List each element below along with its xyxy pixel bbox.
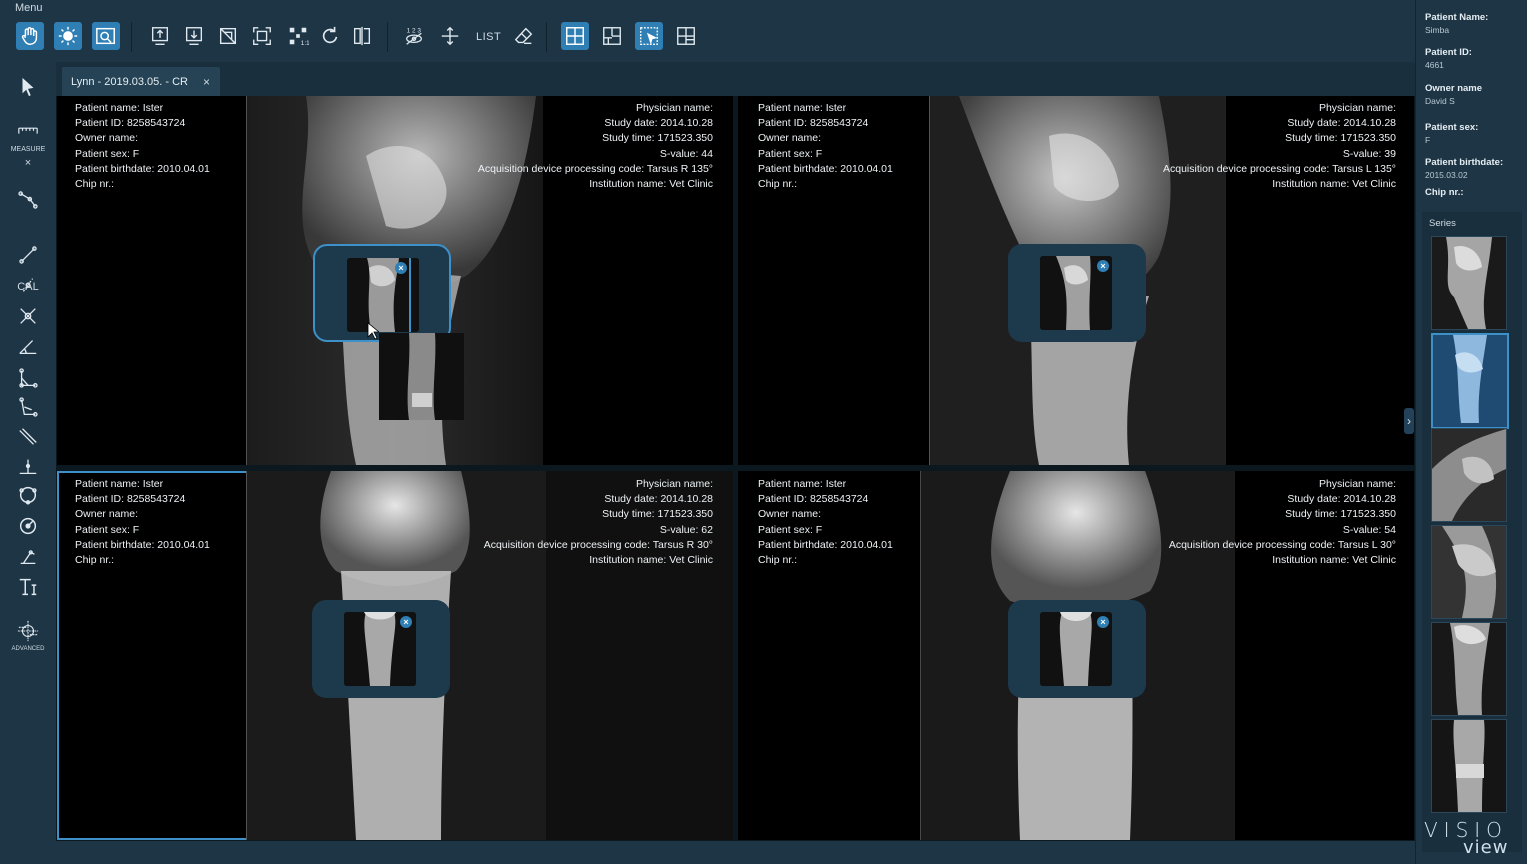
zoom-1to1-icon[interactable]: 1:1: [284, 22, 312, 50]
series-thumbnail-selected[interactable]: [1431, 333, 1509, 429]
series-label: Series: [1429, 218, 1456, 229]
navigator-close-icon[interactable]: ×: [395, 262, 407, 274]
menu-button[interactable]: Menu: [15, 2, 43, 14]
study-overlay-right: Physician name: Study date: 2014.10.28 Stu…: [1168, 478, 1396, 567]
perpendicular-icon[interactable]: [14, 453, 42, 479]
brightness-icon[interactable]: [54, 22, 82, 50]
measurement-toolbar: MEASURE × CAL ADVANCED: [0, 62, 56, 864]
brand-logo-bottom: view: [1463, 837, 1509, 858]
study-tab[interactable]: Lynn - 2019.03.05. - CR ×: [62, 67, 220, 96]
patient-info-panel: Patient Name: Simba Patient ID: 4661 Own…: [1415, 0, 1527, 864]
rotate-icon[interactable]: [316, 22, 344, 50]
measure-close-icon[interactable]: ×: [0, 157, 56, 169]
center-circle-icon[interactable]: [14, 513, 42, 539]
export-up-icon[interactable]: [146, 22, 174, 50]
line-measure-icon[interactable]: [14, 242, 42, 268]
norberg-angle-icon[interactable]: [14, 544, 42, 570]
navigator-close-icon[interactable]: ×: [400, 616, 412, 628]
advanced-tools-icon[interactable]: [14, 618, 42, 644]
image-viewer-grid: Patient name: Ister Patient ID: 825854372…: [56, 96, 1415, 841]
patient-overlay-left: Patient name: Ister Patient ID: 825854372…: [75, 478, 210, 567]
status-bar: [56, 841, 1415, 864]
point-measure-icon[interactable]: [14, 272, 42, 298]
zoom-region-icon[interactable]: [92, 22, 120, 50]
toolbar-divider: [387, 22, 388, 52]
pan-hand-icon[interactable]: [16, 22, 44, 50]
series-thumbnail[interactable]: [1431, 236, 1507, 330]
select-layout-icon[interactable]: [635, 22, 663, 50]
fit-screen-icon[interactable]: [248, 22, 276, 50]
thumbnail-navigator[interactable]: ×: [312, 600, 450, 698]
hide-numbers-icon[interactable]: 1 2 3: [400, 22, 428, 50]
crop-icon[interactable]: [214, 22, 242, 50]
toolbar-divider: [131, 22, 132, 52]
expand-panel-icon[interactable]: ›: [1404, 408, 1414, 434]
navigator-close-icon[interactable]: ×: [1097, 616, 1109, 628]
angle-icon[interactable]: [14, 334, 42, 360]
viewport-bottom-left[interactable]: Patient name: Ister Patient ID: 825854372…: [57, 471, 733, 840]
eraser-icon[interactable]: [510, 22, 538, 50]
thumbnail-navigator[interactable]: ×: [313, 244, 451, 342]
layout-2x2-icon[interactable]: [561, 22, 589, 50]
main-toolbar: Menu 1:1 1 2 3 LIST: [0, 0, 1415, 62]
tplo-angle-icon[interactable]: [14, 394, 42, 420]
layout-3-icon[interactable]: [672, 22, 700, 50]
study-overlay-right: Physician name: Study date: 2014.10.28 Stu…: [483, 478, 713, 567]
patient-name-block: Patient Name: Simba: [1425, 12, 1489, 35]
cursor-icon: [367, 322, 379, 340]
ruler-icon[interactable]: [14, 120, 42, 140]
viewport-top-right[interactable]: Patient name: Ister Patient ID: 825854372…: [738, 96, 1414, 465]
navigator-close-icon[interactable]: ×: [1097, 260, 1109, 272]
flip-icon[interactable]: [348, 22, 376, 50]
export-down-icon[interactable]: [180, 22, 208, 50]
parallel-lines-icon[interactable]: [14, 424, 42, 450]
measure-label: MEASURE: [10, 146, 46, 153]
circle-measure-icon[interactable]: [14, 482, 42, 508]
advanced-label: ADVANCED: [11, 646, 45, 652]
magnifier-preview: [379, 333, 464, 420]
chip-number-block: Chip nr.:: [1425, 187, 1464, 198]
study-tab-strip: Lynn - 2019.03.05. - CR ×: [56, 62, 1415, 96]
series-list: Series: [1422, 212, 1522, 852]
cross-measure-icon[interactable]: [14, 303, 42, 329]
patient-birthdate-block: Patient birthdate: 2015.03.02: [1425, 157, 1504, 180]
thumbnail-navigator[interactable]: ×: [1008, 244, 1146, 342]
patient-id-block: Patient ID: 4661: [1425, 47, 1472, 70]
patient-overlay-left: Patient name: Ister Patient ID: 825854372…: [758, 102, 893, 191]
svg-text:1 2 3: 1 2 3: [407, 27, 422, 34]
series-thumbnail[interactable]: [1431, 719, 1507, 813]
series-thumbnail[interactable]: [1431, 525, 1507, 619]
cobb-angle-icon[interactable]: [14, 365, 42, 391]
owner-name-block: Owner name David S: [1425, 83, 1483, 106]
series-thumbnail[interactable]: [1431, 428, 1507, 522]
viewport-bottom-right[interactable]: Patient name: Ister Patient ID: 825854372…: [738, 471, 1414, 840]
study-overlay-right: Physician name: Study date: 2014.10.28 Stu…: [1163, 102, 1396, 191]
close-tab-icon[interactable]: ×: [203, 75, 210, 89]
toolbar-divider: [546, 22, 547, 52]
patient-overlay-left: Patient name: Ister Patient ID: 825854372…: [75, 102, 210, 191]
navigator-image: [347, 258, 419, 332]
series-thumbnail[interactable]: [1431, 622, 1507, 716]
svg-text:1:1: 1:1: [301, 40, 309, 47]
study-tab-title: Lynn - 2019.03.05. - CR: [71, 75, 188, 88]
pointer-icon[interactable]: [14, 74, 42, 100]
patient-sex-block: Patient sex: F: [1425, 122, 1479, 145]
patient-overlay-left: Patient name: Ister Patient ID: 825854372…: [758, 478, 893, 567]
thumbnail-navigator[interactable]: ×: [1008, 600, 1146, 698]
move-arrows-icon[interactable]: [436, 22, 464, 50]
list-view-button[interactable]: LIST: [476, 31, 501, 43]
text-annotation-icon[interactable]: [14, 574, 42, 600]
viewport-top-left[interactable]: Patient name: Ister Patient ID: 825854372…: [57, 96, 733, 465]
layout-1-3-icon[interactable]: [598, 22, 626, 50]
polyline-icon[interactable]: [14, 187, 42, 213]
study-overlay-right: Physician name: Study date: 2014.10.28 Stu…: [477, 102, 713, 191]
